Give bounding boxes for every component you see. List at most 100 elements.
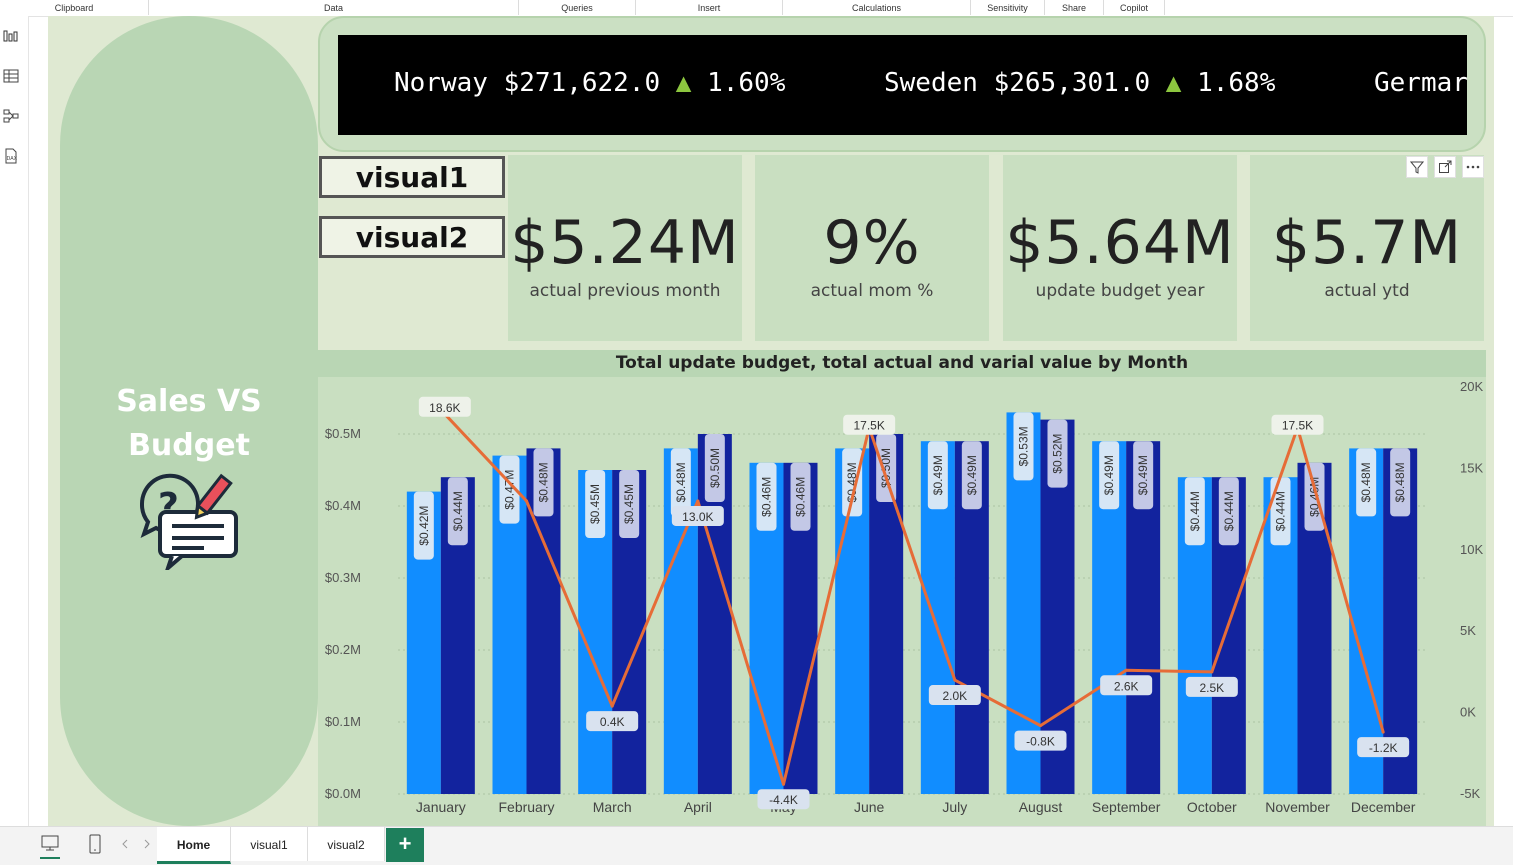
- x-tick-label: July: [942, 799, 967, 815]
- data-label-text: $0.49M: [965, 455, 979, 495]
- ribbon-group-data[interactable]: Data: [149, 0, 519, 15]
- tab-visual1[interactable]: visual1: [231, 827, 308, 861]
- kpi-card-actual-previous-month[interactable]: $5.24M actual previous month: [508, 155, 742, 341]
- actual-bar-label: $0.46M: [790, 462, 811, 531]
- chevron-right-icon[interactable]: [142, 839, 152, 849]
- visual2-button[interactable]: visual2: [319, 216, 505, 258]
- kpi-label: actual mom %: [810, 281, 934, 301]
- y-left-tick-label: $0.1M: [325, 714, 361, 729]
- budget-actual-variance-chart[interactable]: $0.0M $0.1M $0.2M $0.3M $0.4M $0.5M -5K 0K 5K 10K…: [318, 377, 1486, 826]
- ticker-item: Norway $271,622.0 ▲ 1.60%: [394, 68, 785, 98]
- x-tick-label: September: [1092, 799, 1161, 815]
- data-label-text: $0.49M: [1102, 455, 1116, 495]
- visual1-button[interactable]: visual1: [319, 156, 505, 198]
- data-label-text: $0.44M: [1188, 491, 1202, 531]
- report-view-icon[interactable]: [3, 28, 19, 44]
- svg-text:DAX: DAX: [7, 156, 18, 162]
- more-options-icon: [1466, 165, 1480, 169]
- data-label-text: $0.44M: [451, 491, 465, 531]
- ribbon-group-queries[interactable]: Queries: [519, 0, 636, 15]
- country-ticker: Norway $271,622.0 ▲ 1.60% Sweden $265,30…: [338, 35, 1467, 135]
- kpi-label: actual previous month: [529, 281, 721, 301]
- mobile-layout-icon[interactable]: [88, 834, 102, 854]
- data-label-text: $0.46M: [794, 477, 808, 517]
- ribbon-group-sensitivity[interactable]: Sensitivity: [971, 0, 1045, 15]
- desktop-layout-icon[interactable]: [40, 835, 60, 853]
- x-tick-label: August: [1019, 799, 1063, 815]
- ticker-item: Sweden $265,301.0 ▲ 1.68%: [884, 68, 1275, 98]
- dax-query-icon[interactable]: DAX: [3, 148, 19, 164]
- more-options-button[interactable]: [1462, 156, 1484, 178]
- budget-bar-label: $0.48M: [1356, 448, 1377, 517]
- x-tick-label: November: [1265, 799, 1330, 815]
- data-label-text: $0.48M: [1393, 462, 1407, 502]
- data-label-text: $0.45M: [622, 484, 636, 524]
- x-tick-label: January: [416, 799, 466, 815]
- page-title: Sales VS Budget: [70, 380, 308, 468]
- actual-bar-label: $0.45M: [619, 470, 640, 538]
- variance-label: 0.4K: [600, 715, 625, 729]
- page-tabs-bar: Home visual1 visual2 +: [0, 826, 1513, 865]
- y-right-tick-label: 20K: [1460, 379, 1483, 394]
- actual-bar-label: $0.46M: [1304, 462, 1325, 531]
- variance-point: [1039, 724, 1042, 728]
- variance-point: [1210, 670, 1214, 674]
- budget-bar-label: $0.49M: [927, 441, 948, 510]
- variance-label: 2.0K: [942, 689, 967, 703]
- data-label-text: $0.53M: [1017, 426, 1031, 466]
- actual-bar-label: $0.49M: [961, 441, 982, 510]
- actual-bar-label: $0.48M: [533, 448, 554, 517]
- y-left-tick-label: $0.5M: [325, 426, 361, 441]
- ribbon-group-clipboard[interactable]: Clipboard: [0, 0, 149, 15]
- budget-bar-label: $0.46M: [756, 462, 777, 531]
- actual-bar-label: $0.49M: [1133, 441, 1154, 510]
- variance-point: [1381, 730, 1385, 734]
- variance-point: [696, 499, 700, 503]
- x-tick-label: April: [684, 799, 712, 815]
- y-left-tick-label: $0.3M: [325, 570, 361, 585]
- y-right-tick-label: 10K: [1460, 542, 1483, 557]
- variance-label: 2.6K: [1114, 679, 1139, 693]
- table-view-icon[interactable]: [3, 68, 19, 84]
- ribbon-group-calculations[interactable]: Calculations: [783, 0, 971, 15]
- budget-bar-label: $0.44M: [1270, 477, 1291, 546]
- ribbon-group-insert[interactable]: Insert: [636, 0, 783, 15]
- filter-icon: [1410, 161, 1424, 174]
- actual-bar-label: $0.44M: [1218, 477, 1239, 546]
- up-arrow-icon: ▲: [1165, 68, 1182, 98]
- kpi-card-actual-ytd[interactable]: $5.7M actual ytd: [1250, 155, 1484, 341]
- tab-visual2[interactable]: visual2: [308, 827, 385, 861]
- budget-bar-label: $0.44M: [1184, 477, 1205, 546]
- model-view-icon[interactable]: [3, 108, 19, 124]
- data-label-text: $0.45M: [588, 484, 602, 524]
- ribbon-group-copilot[interactable]: Copilot: [1104, 0, 1165, 15]
- ticker-item: Germar: [1374, 68, 1467, 98]
- kpi-label: actual ytd: [1324, 281, 1410, 301]
- y-right-tick-label: -5K: [1460, 786, 1481, 801]
- kpi-value: 9%: [823, 208, 921, 278]
- filter-button[interactable]: [1406, 156, 1428, 178]
- kpi-card-update-budget-year[interactable]: $5.64M update budget year: [1003, 155, 1237, 341]
- actual-bar-label: $0.52M: [1047, 419, 1068, 488]
- actual-bar-label: $0.50M: [704, 434, 725, 502]
- ticker-country: Germar: [1374, 68, 1467, 98]
- variance-label: -1.2K: [1369, 741, 1398, 755]
- actual-bar-label: $0.48M: [1390, 448, 1411, 517]
- chevron-left-icon[interactable]: [120, 839, 130, 849]
- data-label-text: $0.50M: [708, 448, 722, 488]
- variance-label: -4.4K: [769, 793, 798, 807]
- ribbon: Clipboard Data Queries Insert Calculatio…: [0, 0, 1513, 17]
- question-chat-pencil-icon: ?: [139, 473, 238, 570]
- add-page-button[interactable]: +: [386, 828, 424, 862]
- ticker-change: 1.68%: [1197, 68, 1276, 98]
- budget-bar-label: $0.48M: [842, 448, 863, 517]
- x-tick-label: December: [1351, 799, 1416, 815]
- budget-bar-label: $0.53M: [1013, 412, 1034, 481]
- focus-mode-button[interactable]: [1434, 156, 1456, 178]
- ribbon-group-share[interactable]: Share: [1045, 0, 1104, 15]
- actual-bar-label: $0.44M: [447, 477, 468, 546]
- kpi-card-actual-mom[interactable]: 9% actual mom %: [755, 155, 989, 341]
- budget-bar-label: $0.42M: [413, 491, 434, 560]
- tab-home[interactable]: Home: [157, 827, 231, 864]
- data-label-text: $0.49M: [931, 455, 945, 495]
